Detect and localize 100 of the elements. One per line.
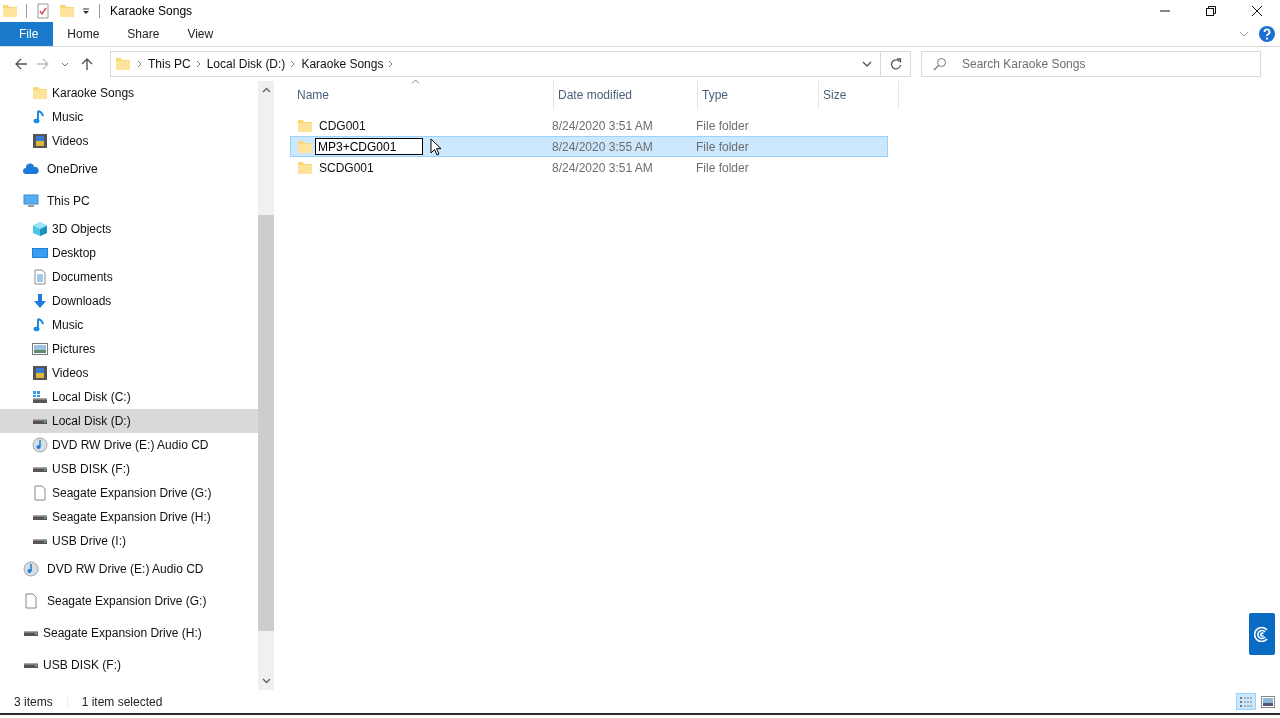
up-arrow-icon bbox=[80, 57, 94, 71]
nav-item-label: USB DISK (F:) bbox=[52, 462, 130, 476]
sort-ascending-icon bbox=[411, 79, 420, 84]
rename-field[interactable]: MP3+CDG001 bbox=[315, 138, 423, 155]
nav-item[interactable]: DVD RW Drive (E:) Audio CD bbox=[0, 553, 258, 585]
ribbon-tab[interactable]: Home bbox=[53, 22, 114, 46]
chevron-right-icon bbox=[388, 60, 395, 68]
nav-item[interactable]: Local Disk (C:) bbox=[0, 385, 258, 409]
breadcrumb-link[interactable]: Karaoke Songs bbox=[296, 57, 389, 71]
nav-item[interactable]: Videos bbox=[0, 361, 258, 385]
chevron-right-icon bbox=[195, 60, 202, 68]
nav-item-label: Local Disk (C:) bbox=[52, 390, 131, 404]
nav-item[interactable]: 3D Objects bbox=[0, 217, 258, 241]
column-header[interactable]: Type bbox=[698, 81, 819, 109]
folder-icon bbox=[32, 85, 48, 101]
chevron-down-icon bbox=[1239, 29, 1249, 39]
nav-item-label: This PC bbox=[47, 194, 90, 208]
properties-icon bbox=[35, 3, 51, 19]
nav-item[interactable]: USB DISK (F:) bbox=[0, 457, 258, 481]
cube-icon bbox=[32, 221, 48, 237]
nav-item-label: Documents bbox=[52, 270, 113, 284]
file-name: SCDG001 bbox=[319, 160, 374, 175]
disc-icon bbox=[23, 561, 39, 577]
nav-item[interactable]: Documents bbox=[0, 265, 258, 289]
computer-icon bbox=[23, 193, 39, 209]
folder-icon bbox=[2, 3, 18, 19]
scrollbar-thumb[interactable] bbox=[258, 215, 274, 631]
nav-item-label: Seagate Expansion Drive (G:) bbox=[47, 594, 207, 608]
nav-item[interactable]: Pictures bbox=[0, 337, 258, 361]
nav-item-label: Desktop bbox=[52, 246, 97, 260]
nav-item-label: Seagate Expansion Drive (G:) bbox=[52, 486, 212, 500]
nav-item[interactable]: Music bbox=[0, 313, 258, 337]
date-cell-text: 8/24/2020 3:51 AM bbox=[551, 118, 654, 133]
forward-arrow-icon bbox=[36, 57, 50, 71]
breadcrumb-link[interactable]: This PC bbox=[143, 57, 196, 71]
nav-item[interactable]: Seagate Expansion Drive (H:) bbox=[0, 617, 258, 649]
search-field[interactable]: Search Karaoke Songs bbox=[921, 51, 1261, 77]
dropdown-caret-icon bbox=[81, 6, 91, 16]
film-icon bbox=[32, 365, 48, 381]
back-arrow-icon bbox=[14, 57, 28, 71]
nav-item[interactable]: Seagate Expansion Drive (G:) bbox=[0, 585, 258, 617]
large-icons-view-button[interactable] bbox=[1258, 693, 1278, 710]
nav-item-label: DVD RW Drive (E:) Audio CD bbox=[47, 562, 204, 576]
column-header[interactable]: Size bbox=[819, 81, 899, 109]
ribbon-tab[interactable]: File bbox=[0, 22, 54, 46]
file-row[interactable]: CDG001 8/24/2020 3:51 AM File folder bbox=[290, 115, 888, 136]
nav-item-label: Seagate Expansion Drive (H:) bbox=[43, 626, 202, 640]
chevron-right-icon bbox=[137, 60, 143, 68]
nav-item[interactable]: Downloads bbox=[0, 289, 258, 313]
disc-icon bbox=[32, 437, 48, 453]
breadcrumb-link[interactable]: Local Disk (D:) bbox=[201, 57, 291, 71]
close-icon bbox=[1252, 6, 1262, 16]
drive-icon bbox=[32, 514, 48, 520]
date-cell-text: 8/24/2020 3:55 AM bbox=[551, 139, 654, 154]
drive-icon bbox=[32, 389, 48, 405]
nav-item[interactable]: USB DISK (F:) bbox=[0, 649, 258, 681]
refresh-button[interactable] bbox=[881, 51, 911, 77]
nav-item[interactable]: Local Disk (D:) bbox=[0, 409, 258, 433]
drive-icon bbox=[32, 538, 48, 544]
file-row[interactable]: MP3+CDG001 8/24/2020 3:55 AM File folder bbox=[290, 136, 888, 157]
nav-item-label: Videos bbox=[52, 366, 89, 380]
nav-item[interactable]: Videos bbox=[0, 129, 258, 153]
nav-item[interactable]: This PC bbox=[0, 185, 258, 217]
nav-item[interactable]: Desktop bbox=[0, 241, 258, 265]
help-icon bbox=[1259, 26, 1275, 42]
film-icon bbox=[32, 133, 48, 149]
ribbon-tab[interactable]: Share bbox=[113, 22, 174, 46]
search-icon bbox=[933, 57, 947, 71]
nav-item[interactable]: Music bbox=[0, 105, 258, 129]
picture-icon bbox=[32, 341, 48, 357]
nav-item[interactable]: USB Drive (I:) bbox=[0, 529, 258, 553]
type-cell-text: File folder bbox=[695, 139, 750, 154]
ribbon-tab[interactable]: View bbox=[173, 22, 228, 46]
address-bar[interactable]: This PC Local Disk (D:) Karaoke Songs bbox=[110, 51, 881, 77]
floating-widget-button[interactable] bbox=[1249, 613, 1275, 655]
nav-item-label: Seagate Expansion Drive (H:) bbox=[52, 510, 211, 524]
dropdown-chevron-icon bbox=[862, 59, 872, 69]
column-header[interactable]: Name bbox=[293, 81, 554, 109]
nav-item-label: USB DISK (F:) bbox=[43, 658, 121, 672]
nav-item[interactable]: DVD RW Drive (E:) Audio CD bbox=[0, 433, 258, 457]
blank-page-icon bbox=[23, 593, 39, 609]
nav-item[interactable]: Seagate Expansion Drive (G:) bbox=[0, 481, 258, 505]
scrollbar[interactable] bbox=[258, 81, 274, 690]
blank-page-icon bbox=[32, 485, 48, 501]
nav-item-label: Local Disk (D:) bbox=[52, 414, 131, 428]
nav-item-label: DVD RW Drive (E:) Audio CD bbox=[52, 438, 209, 452]
drive-icon bbox=[23, 630, 39, 636]
nav-item[interactable]: Karaoke Songs bbox=[0, 81, 258, 105]
folder-icon bbox=[297, 138, 313, 155]
nav-item[interactable]: OneDrive bbox=[0, 153, 258, 185]
cloud-icon bbox=[23, 161, 39, 177]
details-view-button[interactable] bbox=[1236, 693, 1256, 710]
nav-item-label: Karaoke Songs bbox=[52, 86, 135, 100]
drive-icon bbox=[32, 418, 48, 424]
mouse-pointer-icon bbox=[430, 138, 442, 156]
nav-item[interactable]: Seagate Expansion Drive (H:) bbox=[0, 505, 258, 529]
nav-item-label: Pictures bbox=[52, 342, 96, 356]
file-row[interactable]: SCDG001 8/24/2020 3:51 AM File folder bbox=[290, 157, 888, 178]
refresh-icon bbox=[889, 58, 902, 70]
column-header[interactable]: Date modified bbox=[554, 81, 698, 109]
